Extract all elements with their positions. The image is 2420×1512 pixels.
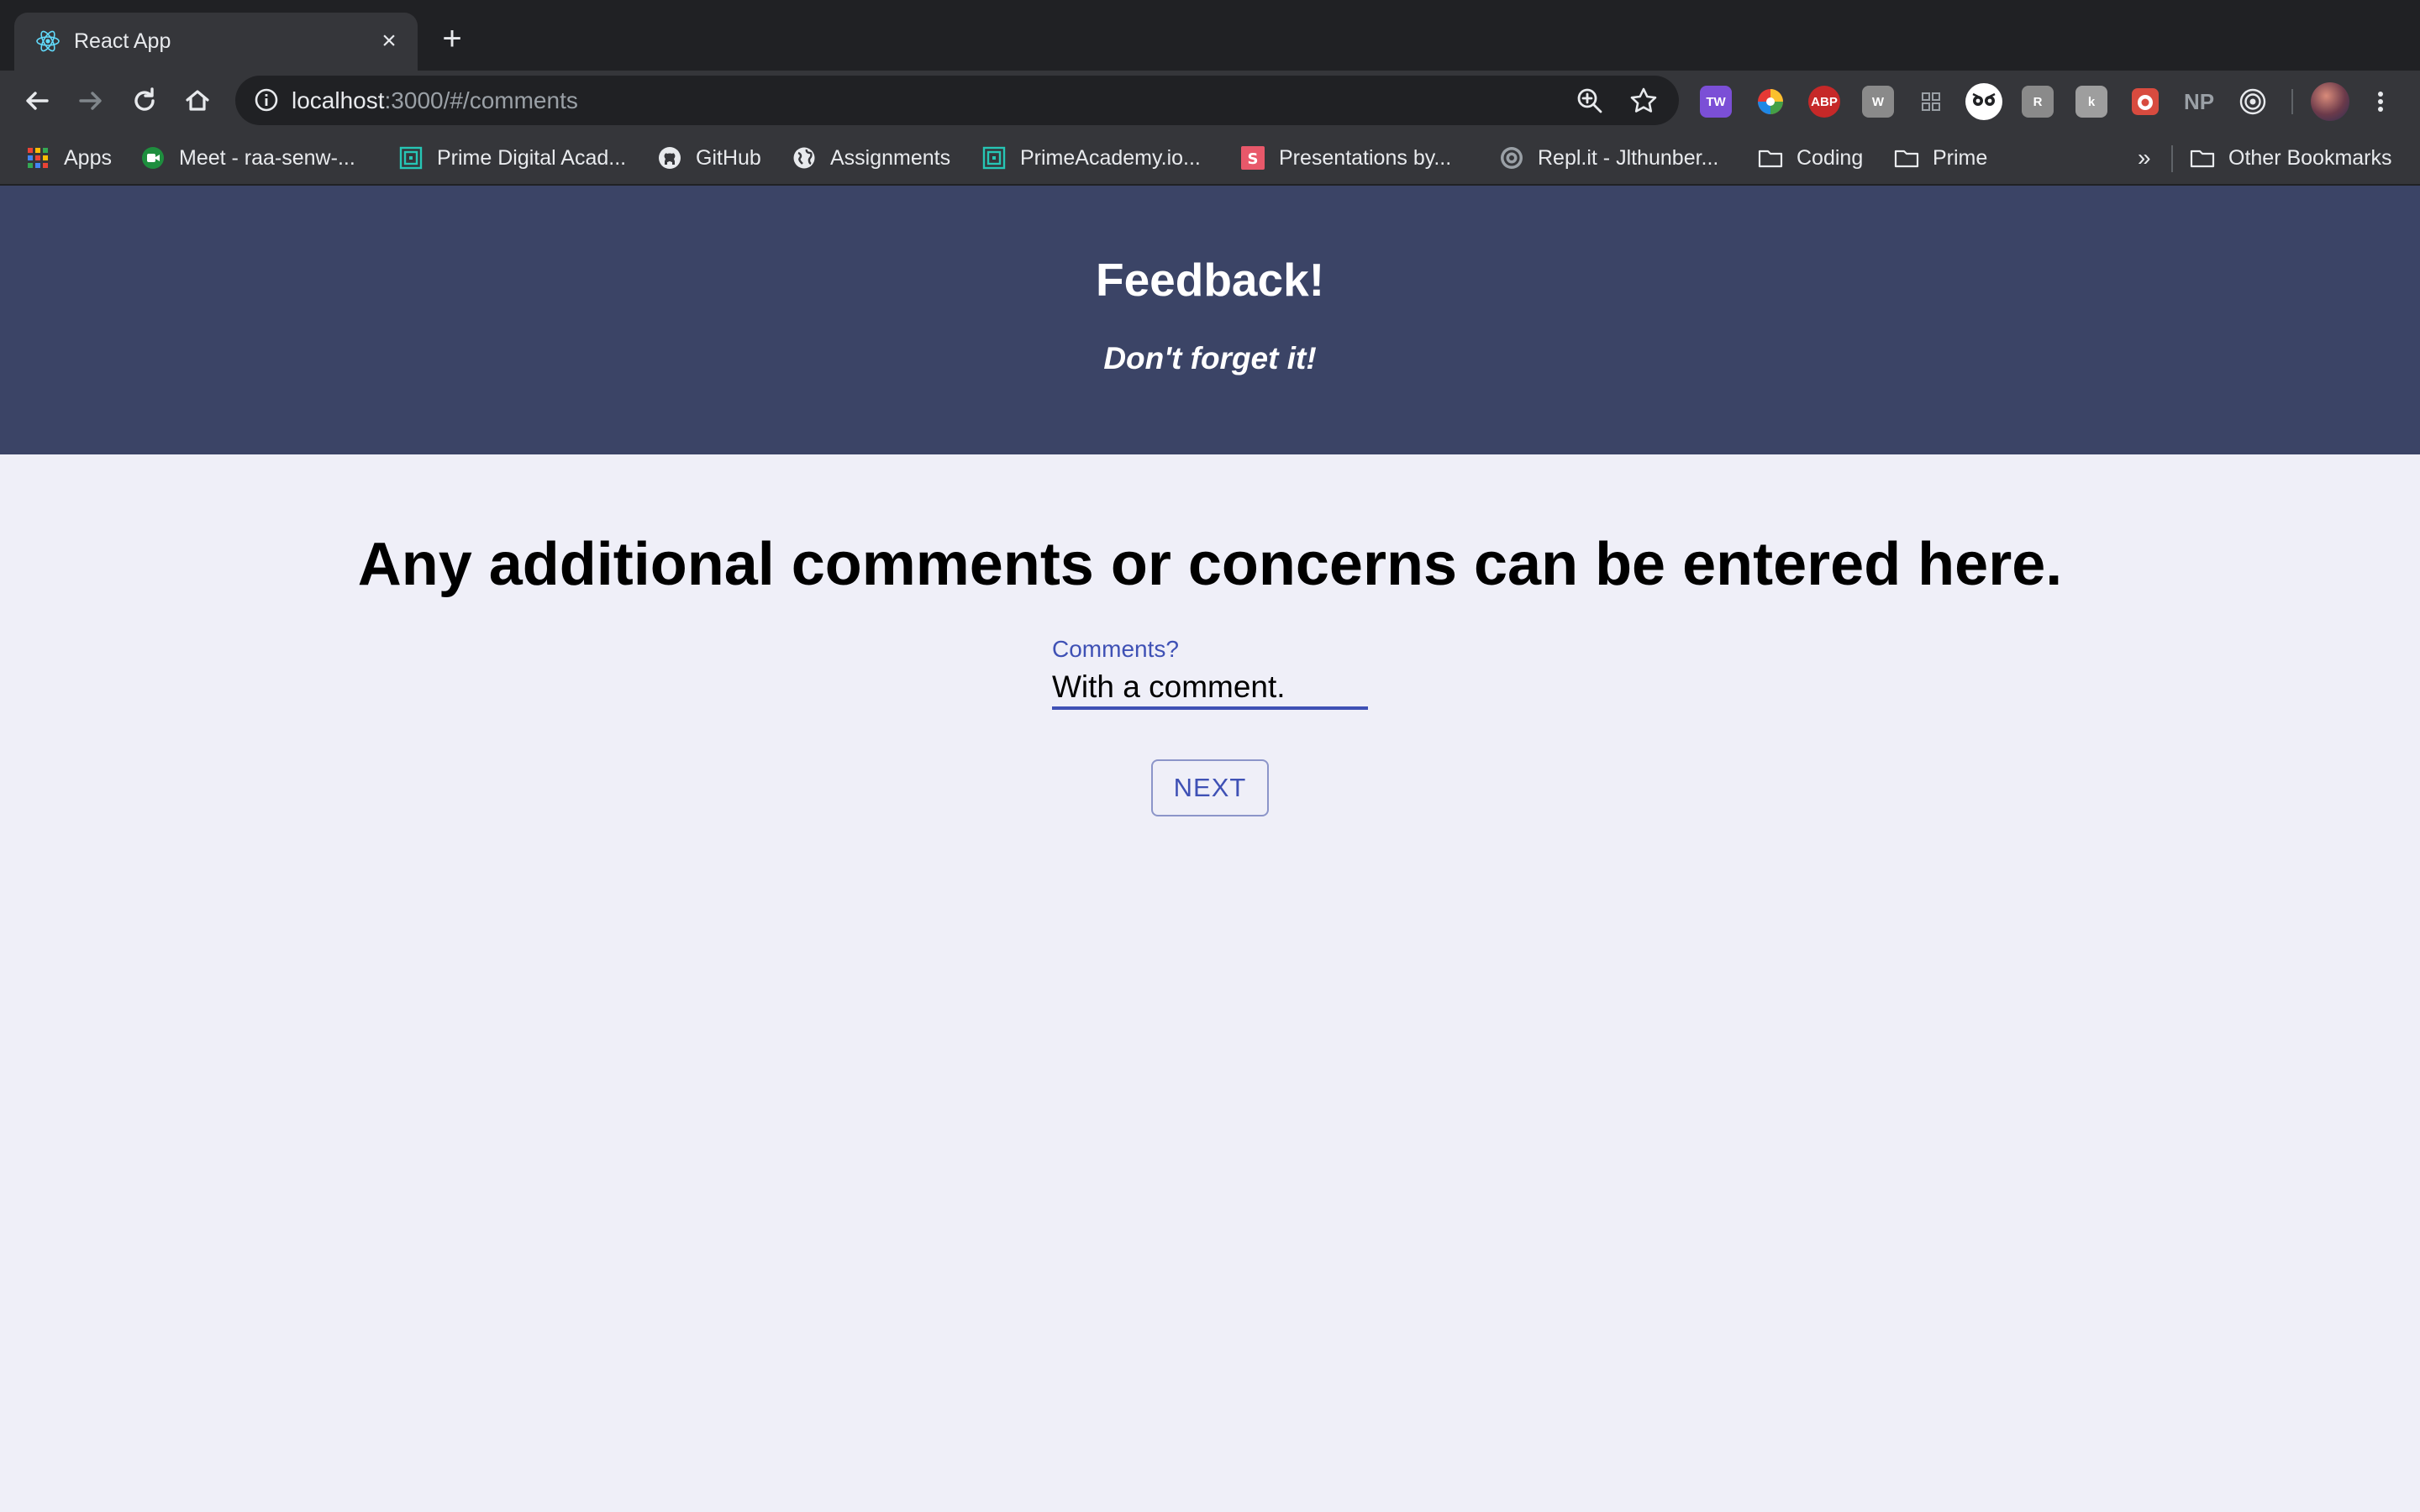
bookmark-label: GitHub — [696, 145, 761, 170]
owl-extension-icon[interactable] — [1965, 82, 2003, 121]
color-wheel-extension-icon[interactable] — [1754, 86, 1786, 118]
bookmark-label: Presentations by... — [1279, 145, 1452, 170]
bookmarks-divider — [2171, 145, 2173, 172]
folder-icon — [1758, 145, 1783, 171]
browser-tab[interactable]: React App × — [14, 13, 418, 71]
adblock-plus-icon[interactable]: ABP — [1808, 86, 1840, 118]
bookmark-label: Prime — [1933, 145, 1988, 170]
bookmark-assignments[interactable]: Assignments — [792, 144, 950, 172]
red-extension-icon[interactable] — [2129, 86, 2161, 118]
app-title: Feedback! — [1095, 254, 1325, 306]
react-logo-icon — [34, 28, 61, 55]
target-extension-icon[interactable] — [2237, 86, 2269, 118]
bookmark-label: Other Bookmarks — [2228, 145, 2392, 170]
grid-extension-icon[interactable] — [1915, 86, 1947, 118]
address-bar[interactable]: localhost:3000/#/comments — [235, 76, 1679, 125]
url-text: localhost:3000/#/comments — [292, 87, 578, 115]
r-extension-icon[interactable]: R — [2022, 86, 2054, 118]
bookmark-label: Coding — [1797, 145, 1864, 170]
bookmark-label: Prime Digital Acad... — [437, 145, 627, 170]
bookmark-label: Repl.it - Jlthunber... — [1538, 145, 1719, 170]
bookmark-folder-prime[interactable]: Prime — [1894, 144, 1987, 172]
bookmark-replit[interactable]: Repl.it - Jlthunber... — [1499, 144, 1718, 172]
close-tab-icon[interactable]: × — [372, 24, 406, 58]
prime-academy-icon — [398, 145, 424, 171]
bookmarks-bar: Apps Meet - raa-senw-... Prime Digital A… — [0, 130, 2420, 186]
home-icon[interactable] — [179, 82, 216, 119]
comments-field: Comments? — [1052, 636, 1368, 711]
slides-icon: S — [1240, 145, 1265, 171]
prime-academy-icon — [981, 145, 1007, 171]
site-info-icon[interactable] — [252, 86, 281, 114]
bookmark-label: PrimeAcademy.io... — [1020, 145, 1201, 170]
comments-page: Any additional comments or concerns can … — [0, 454, 2420, 1512]
bookmark-prime-digital[interactable]: Prime Digital Acad... — [398, 144, 626, 172]
reload-icon[interactable] — [126, 82, 163, 119]
bookmark-primeacademy-io[interactable]: PrimeAcademy.io... — [981, 144, 1201, 172]
bookmark-label: Meet - raa-senw-... — [179, 145, 355, 170]
svg-text:S: S — [1248, 150, 1259, 168]
replit-icon — [1499, 145, 1524, 171]
bookmark-apps[interactable]: Apps — [25, 144, 112, 172]
bookmark-label: Apps — [64, 145, 112, 170]
google-meet-icon — [140, 145, 166, 171]
profile-avatar[interactable] — [2311, 82, 2349, 121]
url-host: localhost — [292, 87, 385, 113]
bookmark-label: Assignments — [830, 145, 951, 170]
comments-question: Any additional comments or concerns can … — [357, 531, 2063, 598]
next-button[interactable]: NEXT — [1151, 759, 1269, 816]
app-header: Feedback! Don't forget it! — [0, 186, 2420, 454]
new-tab-icon[interactable]: + — [435, 22, 469, 55]
url-path: :3000/#/comments — [384, 87, 578, 113]
bookmark-presentations[interactable]: S Presentations by... — [1240, 144, 1451, 172]
bookmarks-overflow-button[interactable]: » — [2138, 144, 2151, 172]
tab-title: React App — [74, 29, 171, 53]
back-arrow-icon[interactable] — [18, 82, 55, 119]
forward-arrow-icon[interactable] — [72, 82, 109, 119]
tab-strip: React App × + — [0, 0, 2420, 71]
comments-field-label: Comments? — [1052, 636, 1179, 662]
comments-input[interactable] — [1052, 668, 1368, 710]
bookmark-star-icon[interactable] — [1628, 86, 1659, 116]
k-extension-icon[interactable]: k — [2075, 86, 2107, 118]
globe-icon — [792, 145, 817, 171]
np-extension-icon[interactable]: NP — [2183, 86, 2215, 118]
folder-icon — [1894, 145, 1919, 171]
zoom-icon[interactable] — [1575, 86, 1605, 116]
folder-icon — [2190, 145, 2215, 171]
github-icon — [657, 145, 682, 171]
bookmark-folder-coding[interactable]: Coding — [1758, 144, 1863, 172]
bookmark-github[interactable]: GitHub — [657, 144, 761, 172]
more-menu-icon[interactable] — [2368, 86, 2393, 118]
toolbar-divider — [2291, 89, 2293, 114]
bookmark-other-bookmarks[interactable]: Other Bookmarks — [2190, 144, 2392, 172]
app-subtitle: Don't forget it! — [1103, 341, 1317, 375]
tw-extension-icon[interactable]: TW — [1700, 86, 1732, 118]
bookmark-meet[interactable]: Meet - raa-senw-... — [140, 144, 355, 172]
apps-grid-icon — [25, 145, 50, 171]
w-extension-icon[interactable]: W — [1862, 86, 1894, 118]
browser-toolbar: localhost:3000/#/comments TW ABP W R k N… — [0, 71, 2420, 130]
